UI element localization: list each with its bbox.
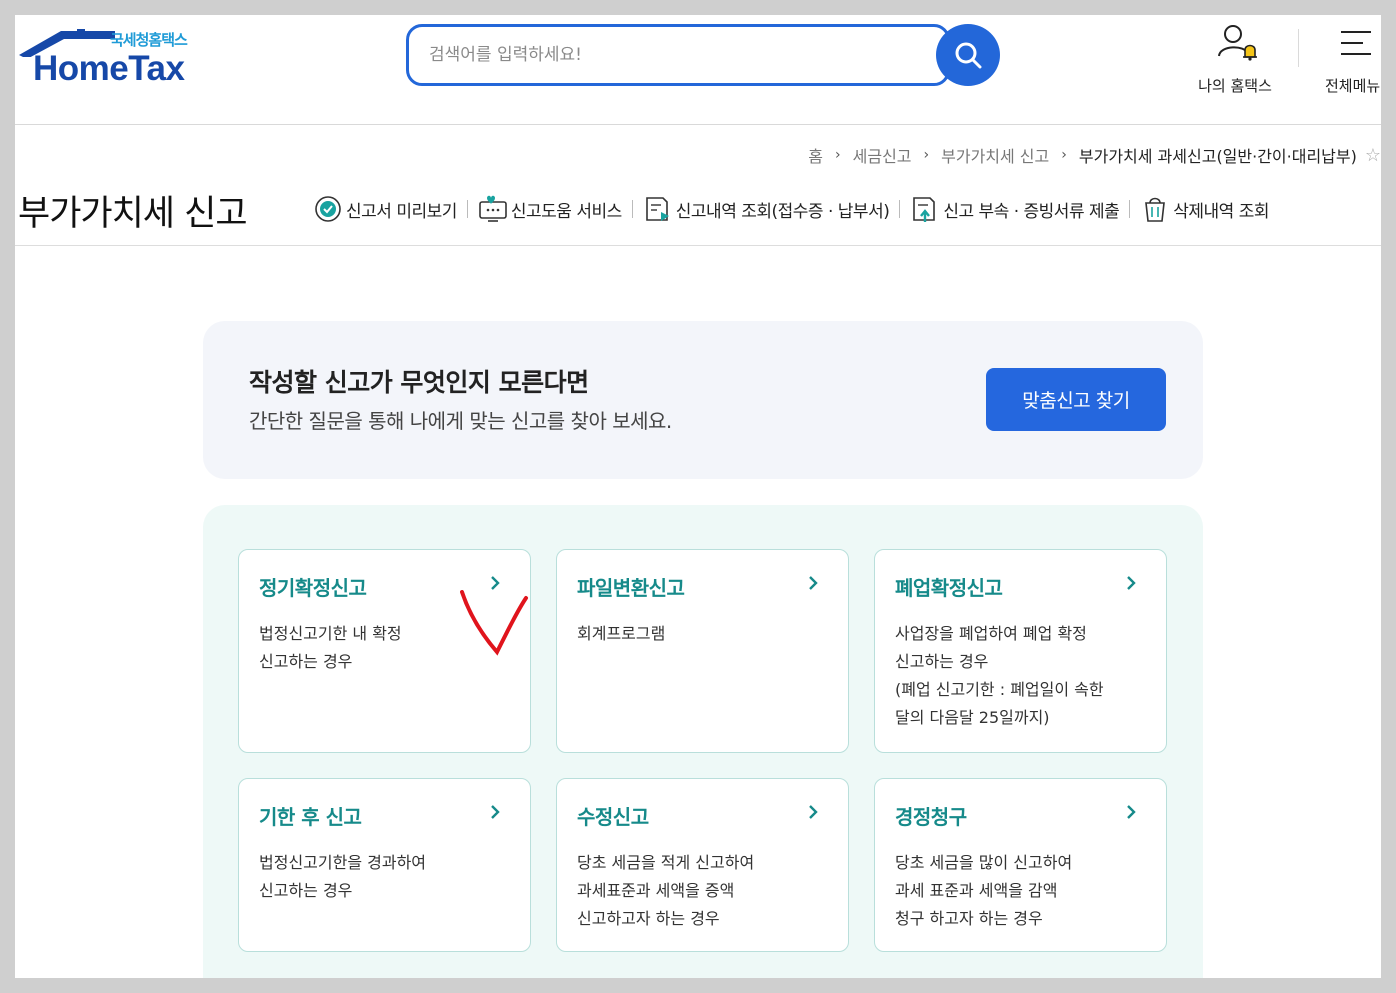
chevron-right-icon [1127, 805, 1136, 819]
search-box [406, 24, 950, 86]
card-desc-line: (폐업 신고기한 : 폐업일이 속한 [895, 680, 1104, 699]
document-search-icon [645, 197, 669, 221]
hamburger-menu-icon [1341, 31, 1371, 55]
monitor-heart-icon [479, 195, 507, 222]
chevron-right-icon [809, 805, 818, 819]
quick-link-divider [1129, 200, 1131, 218]
card-title: 수정신고 [577, 805, 649, 829]
card-description: 사업장을 폐업하여 폐업 확정 신고하는 경우 (폐업 신고기한 : 폐업일이 … [895, 620, 1155, 732]
quick-link-divider [899, 200, 901, 218]
my-hometax-button[interactable]: 나의 홈택스 [1185, 23, 1285, 95]
card-desc-line: 회계프로그램 [577, 624, 666, 643]
card-desc-line: 신고하는 경우 [259, 881, 353, 900]
card-desc-line: 당초 세금을 많이 신고하여 [895, 853, 1073, 872]
quick-link-divider [466, 200, 468, 218]
card-title: 파일변환신고 [577, 576, 685, 600]
card-closure-final-filing[interactable]: 폐업확정신고 사업장을 폐업하여 폐업 확정 신고하는 경우 (폐업 신고기한 … [874, 549, 1167, 753]
breadcrumb-chevron-icon: › [1061, 147, 1067, 163]
search-icon [955, 42, 982, 69]
chevron-right-icon [1127, 576, 1136, 590]
breadcrumb-vat-filing[interactable]: 부가가치세 신고 [941, 143, 1049, 167]
quick-link-label: 삭제내역 조회 [1173, 201, 1270, 222]
quick-link-preview[interactable]: 신고서 미리보기 [313, 194, 457, 224]
breadcrumb-chevron-icon: › [835, 147, 841, 163]
quick-link-divider [631, 200, 633, 218]
favorite-star-icon[interactable]: ☆ [1365, 145, 1381, 166]
filing-type-panel: 정기확정신고 법정신고기한 내 확정 신고하는 경우 파일변환신고 회계프로그램… [203, 505, 1203, 978]
quick-links-bar: 신고서 미리보기 신고도움 서비스 신고내역 조회(접수증 · 납부서) 신고 … [313, 194, 1270, 224]
breadcrumb-current: 부가가치세 과세신고(일반·간이·대리납부) [1078, 147, 1357, 166]
document-upload-icon [913, 197, 936, 222]
all-menu-label: 전체메뉴 [1325, 77, 1381, 95]
card-desc-line: 청구 하고자 하는 경우 [895, 909, 1043, 928]
card-file-conversion-filing[interactable]: 파일변환신고 회계프로그램 [556, 549, 849, 753]
custom-filing-banner: 작성할 신고가 무엇인지 모른다면 간단한 질문을 통해 나에게 맞는 신고를 … [203, 321, 1203, 479]
card-title: 경정청구 [895, 805, 967, 829]
card-title: 폐업확정신고 [895, 576, 1003, 600]
page-title: 부가가치세 신고 [18, 194, 248, 234]
card-description: 당초 세금을 많이 신고하여 과세 표준과 세액을 감액 청구 하고자 하는 경… [895, 849, 1155, 933]
quick-link-attachments[interactable]: 신고 부속 · 증빙서류 제출 [910, 194, 1120, 224]
quick-link-help-service[interactable]: 신고도움 서비스 [478, 194, 622, 224]
card-description: 법정신고기한을 경과하여 신고하는 경우 [259, 849, 519, 905]
banner-title: 작성할 신고가 무엇인지 모른다면 [249, 368, 589, 397]
card-desc-line: 사업장을 폐업하여 폐업 확정 [895, 624, 1087, 643]
logo-gov-text: 국세청홈택스 [110, 31, 188, 49]
card-desc-line: 신고하고자 하는 경우 [577, 909, 720, 928]
breadcrumb-chevron-icon: › [923, 147, 930, 163]
card-desc-line: 과세 표준과 세액을 감액 [895, 881, 1058, 900]
card-title: 정기확정신고 [259, 576, 367, 600]
card-amended-filing[interactable]: 수정신고 당초 세금을 적게 신고하여 과세표준과 세액을 증액 신고하고자 하… [556, 778, 849, 952]
quick-link-label: 신고도움 서비스 [510, 201, 622, 222]
chevron-right-icon [809, 576, 818, 590]
card-description: 회계프로그램 [577, 620, 837, 648]
title-divider [15, 245, 1381, 246]
card-desc-line: 당초 세금을 적게 신고하여 [577, 853, 755, 872]
card-late-filing[interactable]: 기한 후 신고 법정신고기한을 경과하여 신고하는 경우 [238, 778, 531, 952]
breadcrumb: 홈 › 세금신고 › 부가가치세 신고 › 부가가치세 과세신고(일반·간이·대… [808, 143, 1381, 167]
my-hometax-label: 나의 홈택스 [1198, 77, 1272, 95]
site-header: 국세청홈택스 HomeTax 나의 홈택스 [15, 15, 1381, 125]
quick-link-deleted-history[interactable]: 삭제내역 조회 [1140, 194, 1270, 224]
card-title: 기한 후 신고 [259, 805, 362, 829]
breadcrumb-home[interactable]: 홈 [808, 143, 823, 167]
banner-description: 간단한 질문을 통해 나에게 맞는 신고를 찾아 보세요. [249, 409, 672, 433]
card-correction-claim[interactable]: 경정청구 당초 세금을 많이 신고하여 과세 표준과 세액을 감액 청구 하고자… [874, 778, 1167, 952]
header-divider [1298, 29, 1299, 67]
browser-viewport: 국세청홈택스 HomeTax 나의 홈택스 [15, 15, 1381, 978]
all-menu-button[interactable]: 전체메뉴 [1311, 23, 1381, 95]
card-desc-line: 신고하는 경우 [895, 652, 989, 671]
card-desc-line: 법정신고기한을 경과하여 [259, 853, 427, 872]
quick-link-label: 신고내역 조회(접수증 · 납부서) [675, 201, 890, 222]
quick-link-label: 신고서 미리보기 [346, 201, 457, 222]
red-check-annotation [460, 590, 528, 656]
quick-link-label: 신고 부속 · 증빙서류 제출 [943, 201, 1120, 222]
logo-brand-text: HomeTax [33, 49, 185, 88]
find-custom-filing-button[interactable]: 맞춤신고 찾기 [986, 368, 1166, 431]
quick-link-history[interactable]: 신고내역 조회(접수증 · 납부서) [643, 194, 890, 224]
search-button[interactable] [936, 24, 1000, 86]
card-desc-line: 달의 다음달 25일까지) [895, 708, 1050, 727]
card-description: 당초 세금을 적게 신고하여 과세표준과 세액을 증액 신고하고자 하는 경우 [577, 849, 837, 933]
check-circle-icon [315, 196, 341, 222]
chevron-right-icon [491, 805, 500, 819]
hometax-logo[interactable]: 국세청홈택스 HomeTax [17, 23, 217, 93]
breadcrumb-tax-filing[interactable]: 세금신고 [853, 143, 912, 167]
trash-icon [1145, 197, 1166, 222]
user-bell-icon [1218, 25, 1257, 61]
card-desc-line: 과세표준과 세액을 증액 [577, 881, 735, 900]
search-input[interactable] [429, 42, 909, 68]
